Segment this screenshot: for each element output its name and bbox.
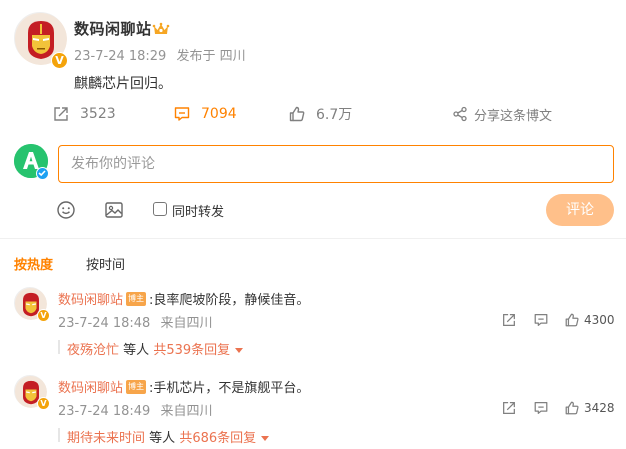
comment-reply-button[interactable] <box>533 312 549 328</box>
post-time[interactable]: 23-7-24 18:29 <box>74 49 166 64</box>
share-icon <box>453 106 467 122</box>
repost-count: 3523 <box>80 106 116 122</box>
comment-location: 来自四川 <box>160 316 213 331</box>
chevron-down-icon[interactable] <box>261 436 270 441</box>
comment-header: 数码闲聊站 博主 :良率爬坡阶段，静候佳音。 <box>58 289 309 308</box>
tab-sort-time[interactable]: 按时间 <box>86 254 125 273</box>
comment-username[interactable]: 数码闲聊站 <box>58 289 123 308</box>
repost-checkbox[interactable] <box>153 202 167 216</box>
reply-bar <box>58 340 60 354</box>
reply-count[interactable]: 共686条回复 <box>179 431 256 446</box>
image-icon[interactable] <box>104 200 124 220</box>
like-button[interactable]: 6.7万 <box>288 104 352 124</box>
reply-username[interactable]: 夜殇沧忙 <box>67 343 119 358</box>
comment-text: :良率爬坡阶段，静候佳音。 <box>149 293 310 308</box>
share-button[interactable]: 分享这条博文 <box>452 104 552 124</box>
author-tag: 博主 <box>126 379 147 394</box>
comment-icon <box>534 402 548 414</box>
post-text: 麒麟芯片回归。 <box>74 76 172 92</box>
comment-location: 来自四川 <box>160 404 213 419</box>
reply-bar <box>58 428 60 442</box>
verified-badge-icon: V <box>37 309 50 322</box>
comment-like-button[interactable]: 3428 <box>564 400 615 416</box>
reply-summary[interactable]: 夜殇沧忙 等人 共539条回复 <box>67 339 244 358</box>
repost-icon <box>503 402 515 414</box>
like-count: 6.7万 <box>316 107 353 123</box>
thumbs-up-icon <box>289 106 305 122</box>
comment-username[interactable]: 数码闲聊站 <box>58 377 123 396</box>
repost-icon <box>54 107 68 121</box>
submit-comment-button[interactable]: 评论 <box>546 194 614 226</box>
comment-repost-button[interactable] <box>501 312 517 328</box>
reply-summary[interactable]: 期待未来时间 等人 共686条回复 <box>67 427 270 446</box>
comment-input[interactable] <box>58 145 614 183</box>
reply-count[interactable]: 共539条回复 <box>153 343 230 358</box>
crown-icon <box>152 22 170 34</box>
repost-checkbox-label[interactable]: 同时转发 <box>172 201 224 220</box>
emoji-icon[interactable] <box>56 200 76 220</box>
author-name[interactable]: 数码闲聊站 <box>74 18 152 39</box>
comment-text: :手机芯片，不是旗舰平台。 <box>149 381 310 396</box>
thumbs-up-icon <box>565 313 579 327</box>
comment-reply-button[interactable] <box>533 400 549 416</box>
reply-others: 等人 <box>149 431 176 446</box>
chevron-down-icon[interactable] <box>235 348 244 353</box>
comment-icon <box>534 314 548 326</box>
comment-time: 23-7-24 18:48 <box>58 316 151 331</box>
thumbs-up-icon <box>565 401 579 415</box>
comment-like-button[interactable]: 4300 <box>564 312 615 328</box>
repost-icon <box>503 314 515 326</box>
post-source: 发布于 四川 <box>176 49 246 64</box>
comment-header: 数码闲聊站 博主 :手机芯片，不是旗舰平台。 <box>58 377 309 396</box>
tab-sort-hot[interactable]: 按热度 <box>14 254 53 273</box>
comment-meta: 23-7-24 18:48 来自四川 <box>58 312 219 331</box>
reply-others: 等人 <box>123 343 150 358</box>
comment-repost-button[interactable] <box>501 400 517 416</box>
comment-button[interactable]: 7094 <box>173 104 237 124</box>
repost-button[interactable]: 3523 <box>52 104 116 124</box>
comment-like-count: 4300 <box>584 313 615 327</box>
reply-username[interactable]: 期待未来时间 <box>67 431 145 446</box>
verified-badge-icon: V <box>37 397 50 410</box>
author-tag: 博主 <box>126 291 147 306</box>
share-label: 分享这条博文 <box>474 108 553 124</box>
verified-blue-icon <box>36 167 49 180</box>
divider <box>0 238 626 239</box>
comment-meta: 23-7-24 18:49 来自四川 <box>58 400 219 419</box>
comment-count: 7094 <box>201 106 237 122</box>
post-meta: 23-7-24 18:29 发布于 四川 <box>74 45 252 64</box>
comment-icon <box>174 107 190 121</box>
comment-time: 23-7-24 18:49 <box>58 404 151 419</box>
comment-like-count: 3428 <box>584 401 615 415</box>
verified-badge-icon: V <box>51 52 68 69</box>
